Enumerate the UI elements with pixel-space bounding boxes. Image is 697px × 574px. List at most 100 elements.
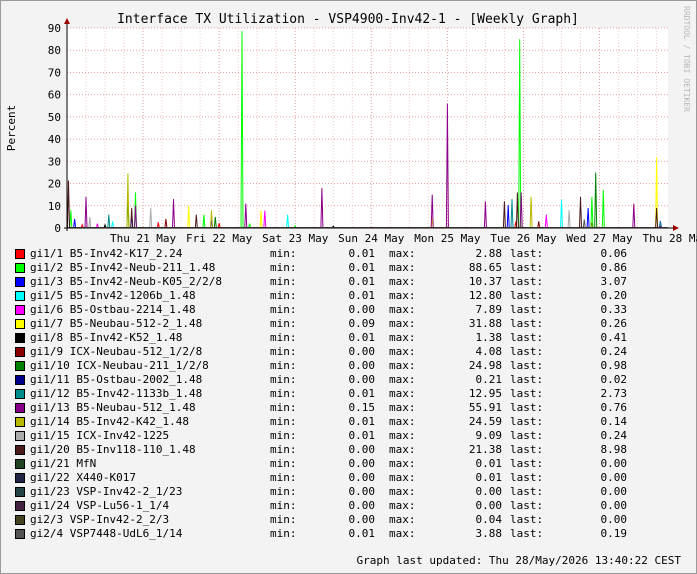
legend-last-value: 0.14 [600, 415, 628, 428]
legend-last-value: 0.98 [600, 359, 628, 372]
legend-max-label: max: [389, 331, 416, 344]
legend-min-label: min: [270, 373, 297, 386]
legend-swatch [15, 319, 25, 329]
legend-last-label: last: [510, 303, 544, 316]
legend-last-label: last: [510, 471, 544, 484]
legend-last-value: 0.26 [600, 317, 628, 330]
legend-last-label: last: [510, 331, 544, 344]
legend-max-value: 24.98 [468, 359, 502, 372]
legend-max-label: max: [389, 303, 416, 316]
chart-title: Interface TX Utilization - VSP4900-Inv42… [117, 12, 579, 27]
legend-last-value: 0.76 [600, 401, 628, 414]
legend-swatch [15, 431, 25, 441]
legend-last-value: 2.73 [600, 387, 628, 400]
legend-swatch [15, 277, 25, 287]
legend-last-value: 8.98 [600, 443, 628, 456]
legend-min-value: 0.01 [348, 429, 376, 442]
legend-last-value: 0.00 [600, 485, 628, 498]
legend-swatch [15, 291, 25, 301]
legend-min-value: 0.00 [348, 485, 376, 498]
legend-max-label: max: [389, 275, 416, 288]
legend-last-value: 0.00 [600, 513, 628, 526]
legend-max-label: max: [389, 513, 416, 526]
legend-max-value: 12.95 [468, 387, 502, 400]
legend-series-name: gi1/10 ICX-Neubau-211_1/2/8 [30, 359, 209, 372]
legend-last-label: last: [510, 261, 544, 274]
legend-swatch [15, 347, 25, 357]
x-tick-label: Wed 27 May [566, 232, 633, 245]
legend-series-name: gi2/3 VSP-Inv42-2_2/3 [30, 513, 170, 526]
legend-series-name: gi1/11 B5-Ostbau-2002_1.48 [30, 373, 203, 386]
legend-min-label: min: [270, 317, 297, 330]
legend-max-value: 0.01 [475, 457, 503, 470]
legend-max-label: max: [389, 289, 416, 302]
legend-min-value: 0.00 [348, 443, 376, 456]
legend-last-label: last: [510, 387, 544, 400]
legend-last-label: last: [510, 359, 544, 372]
legend-max-label: max: [389, 317, 416, 330]
legend-last-label: last: [510, 429, 544, 442]
legend-min-label: min: [270, 359, 297, 372]
legend-max-label: max: [389, 261, 416, 274]
y-tick-label: 0 [54, 222, 61, 235]
legend-swatch [15, 417, 25, 427]
legend-last-value: 0.86 [600, 261, 628, 274]
legend-series-name: gi1/3 B5-Inv42-Neub-K05_2/2/8 [30, 275, 223, 288]
legend-min-label: min: [270, 527, 297, 540]
legend-series-name: gi1/21 MfN [30, 457, 97, 470]
legend-min-label: min: [270, 457, 297, 470]
legend-series-name: gi1/12 B5-Inv42-1133b_1.48 [30, 387, 203, 400]
legend-min-label: min: [270, 275, 297, 288]
legend-min-label: min: [270, 415, 297, 428]
legend-last-label: last: [510, 499, 544, 512]
x-tick-label: Thu 28 May [642, 232, 697, 245]
legend-series-name: gi1/6 B5-Ostbau-2214_1.48 [30, 303, 196, 316]
legend-last-value: 0.00 [600, 499, 628, 512]
legend-series-name: gi1/23 VSP-Inv42-2_1/23 [30, 485, 183, 498]
x-tick-label: Sat 23 May [262, 232, 329, 245]
legend-min-label: min: [270, 387, 297, 400]
legend-max-value: 31.88 [468, 317, 502, 330]
legend-last-label: last: [510, 373, 544, 386]
legend-series-name: gi1/13 B5-Neubau-512_1.48 [30, 401, 196, 414]
legend-swatch [15, 529, 25, 539]
legend-min-value: 0.00 [348, 359, 376, 372]
x-tick-label: Tue 26 May [490, 232, 557, 245]
legend-max-value: 3.88 [475, 527, 503, 540]
legend-series-name: gi1/22 X440-K017 [30, 471, 136, 484]
legend-max-value: 1.38 [475, 331, 503, 344]
legend-min-value: 0.00 [348, 513, 376, 526]
legend-swatch [15, 445, 25, 455]
legend-min-label: min: [270, 247, 297, 260]
legend-max-value: 0.00 [475, 485, 503, 498]
y-tick-label: 10 [48, 200, 61, 213]
legend-last-label: last: [510, 275, 544, 288]
legend-max-value: 10.37 [468, 275, 502, 288]
legend-min-value: 0.00 [348, 373, 376, 386]
legend-min-value: 0.01 [348, 527, 376, 540]
legend-last-value: 3.07 [600, 275, 628, 288]
legend-swatch [15, 333, 25, 343]
legend-series-name: gi1/15 ICX-Inv42-1225 [30, 429, 170, 442]
legend-swatch [15, 487, 25, 497]
legend-min-label: min: [270, 261, 297, 274]
legend-max-label: max: [389, 359, 416, 372]
legend-last-label: last: [510, 317, 544, 330]
x-axis-arrow [673, 225, 679, 231]
legend-max-value: 88.65 [468, 261, 502, 274]
watermark: RRDTOOL / TOBI OETIKER [682, 6, 691, 112]
legend-max-label: max: [389, 443, 416, 456]
legend-last-label: last: [510, 345, 544, 358]
legend-last-value: 0.20 [600, 289, 628, 302]
legend-max-value: 7.89 [475, 303, 503, 316]
y-axis-arrow [64, 18, 70, 24]
legend-swatch [15, 361, 25, 371]
legend-last-label: last: [510, 513, 544, 526]
legend-min-value: 0.15 [348, 401, 376, 414]
legend-last-value: 0.06 [600, 247, 628, 260]
legend-min-value: 0.01 [348, 289, 376, 302]
legend-series-name: gi1/8 B5-Inv42-K52_1.48 [30, 331, 183, 344]
legend-last-value: 0.33 [600, 303, 628, 316]
legend-min-value: 0.01 [348, 331, 376, 344]
legend-swatch [15, 305, 25, 315]
